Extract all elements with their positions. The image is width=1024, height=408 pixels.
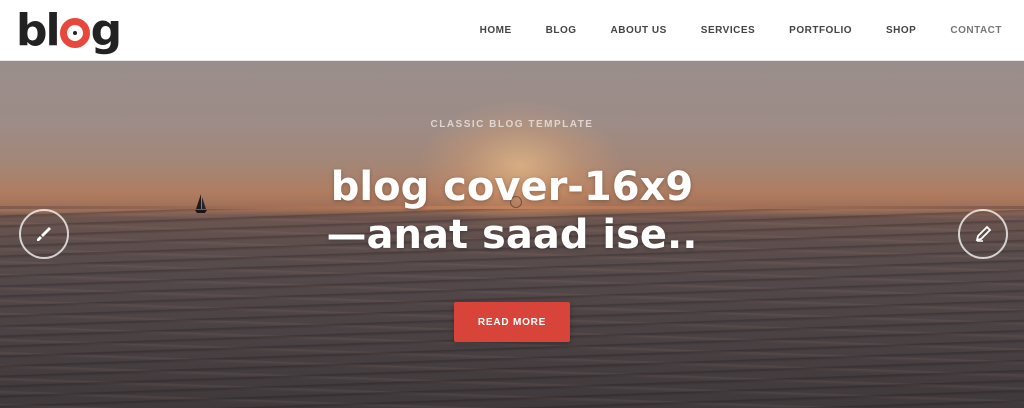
nav-item-blog[interactable]: BLOG [546,25,577,36]
nav-item-contact[interactable]: CONTACT [950,25,1002,36]
logo-o-icon [59,18,90,48]
pen-icon [975,225,992,242]
prev-slide-button[interactable] [19,209,69,259]
site-logo[interactable]: bl g [16,4,122,56]
nav-item-shop[interactable]: SHOP [886,25,916,36]
main-nav: HOME BLOG ABOUT US SERVICES PORTFOLIO SH… [480,0,1002,61]
nav-item-services[interactable]: SERVICES [701,25,755,36]
hero-kicker: CLASSIC BLOG TEMPLATE [430,119,594,130]
logo-text-suffix: g [90,4,122,56]
hero-banner: CLASSIC BLOG TEMPLATE blog cover-16x9 —a… [0,61,1024,408]
site-header: bl g HOME BLOG ABOUT US SERVICES PORTFOLI… [0,0,1024,61]
nav-item-portfolio[interactable]: PORTFOLIO [789,25,852,36]
nav-item-home[interactable]: HOME [480,25,512,36]
brush-icon [37,227,51,241]
read-more-button[interactable]: READ MORE [454,302,570,342]
nav-item-about[interactable]: ABOUT US [611,25,667,36]
hero-title-line-1: blog cover-16x9 [330,164,694,210]
hero-title-line-2: —anat saad ise.. [326,212,698,258]
hero-title: blog cover-16x9 —anat saad ise.. [0,163,1024,259]
next-slide-button[interactable] [958,209,1008,259]
logo-text-prefix: bl [16,4,61,56]
